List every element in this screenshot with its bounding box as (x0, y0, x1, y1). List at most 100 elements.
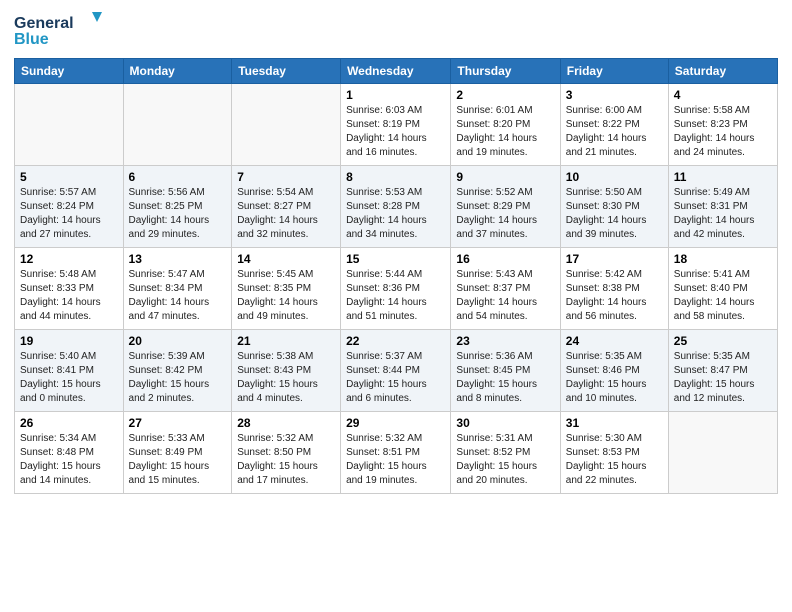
calendar-cell-17: 15Sunrise: 5:44 AMSunset: 8:36 PMDayligh… (341, 248, 451, 330)
day-info: Sunrise: 6:00 AMSunset: 8:22 PMDaylight:… (566, 104, 663, 160)
day-number: 4 (674, 88, 772, 102)
day-number: 2 (456, 88, 554, 102)
day-info: Sunrise: 5:53 AMSunset: 8:28 PMDaylight:… (346, 186, 445, 242)
day-number: 12 (20, 252, 118, 266)
calendar-cell-32: 30 Sunrise: 5:31 AMSunset: 8:52 PMDayligh… (451, 412, 560, 494)
day-info: Sunrise: 5:45 AMSunset: 8:35 PMDaylight:… (237, 268, 335, 324)
day-number: 15 (346, 252, 445, 266)
day-number: 20 (129, 334, 227, 348)
calendar-cell-23: 21Sunrise: 5:38 AMSunset: 8:43 PMDayligh… (232, 330, 341, 412)
calendar-header-row: SundayMondayTuesdayWednesdayThursdayFrid… (15, 59, 778, 84)
calendar-cell-29: 27 Sunrise: 5:33 AMSunset: 8:49 PMDayligh… (123, 412, 232, 494)
calendar-cell-20: 18 Sunrise: 5:41 AMSunset: 8:40 PMDayligh… (668, 248, 777, 330)
calendar-cell-25: 23 Sunrise: 5:36 AMSunset: 8:45 PMDayligh… (451, 330, 560, 412)
calendar-cell-13: 11 Sunrise: 5:49 AMSunset: 8:31 PMDayligh… (668, 166, 777, 248)
day-info: Sunrise: 5:57 AMSunset: 8:24 PMDaylight:… (20, 186, 118, 242)
calendar-header-tuesday: Tuesday (232, 59, 341, 84)
calendar-cell-26: 24 Sunrise: 5:35 AMSunset: 8:46 PMDayligh… (560, 330, 668, 412)
calendar-cell-21: 19 Sunrise: 5:40 AMSunset: 8:41 PMDayligh… (15, 330, 124, 412)
day-number: 14 (237, 252, 335, 266)
day-number: 10 (566, 170, 663, 184)
day-number: 17 (566, 252, 663, 266)
day-info: Sunrise: 5:42 AMSunset: 8:38 PMDaylight:… (566, 268, 663, 324)
day-number: 16 (456, 252, 554, 266)
day-info: Sunrise: 5:37 AMSunset: 8:44 PMDaylight:… (346, 350, 445, 406)
day-number: 29 (346, 416, 445, 430)
day-number: 6 (129, 170, 227, 184)
day-number: 7 (237, 170, 335, 184)
calendar-cell-18: 16 Sunrise: 5:43 AMSunset: 8:37 PMDayligh… (451, 248, 560, 330)
calendar-header-saturday: Saturday (668, 59, 777, 84)
day-number: 25 (674, 334, 772, 348)
day-info: Sunrise: 5:50 AMSunset: 8:30 PMDaylight:… (566, 186, 663, 242)
calendar-cell-12: 10 Sunrise: 5:50 AMSunset: 8:30 PMDayligh… (560, 166, 668, 248)
day-info: Sunrise: 5:52 AMSunset: 8:29 PMDaylight:… (456, 186, 554, 242)
calendar-cell-5: 3 Sunrise: 6:00 AMSunset: 8:22 PMDaylight… (560, 84, 668, 166)
day-info: Sunrise: 5:49 AMSunset: 8:31 PMDaylight:… (674, 186, 772, 242)
calendar-week-5: 26 Sunrise: 5:34 AMSunset: 8:48 PMDayligh… (15, 412, 778, 494)
day-number: 3 (566, 88, 663, 102)
day-info: Sunrise: 5:39 AMSunset: 8:42 PMDaylight:… (129, 350, 227, 406)
day-info: Sunrise: 5:43 AMSunset: 8:37 PMDaylight:… (456, 268, 554, 324)
day-number: 30 (456, 416, 554, 430)
calendar-cell-22: 20 Sunrise: 5:39 AMSunset: 8:42 PMDayligh… (123, 330, 232, 412)
day-number: 19 (20, 334, 118, 348)
day-info: Sunrise: 5:31 AMSunset: 8:52 PMDaylight:… (456, 432, 554, 488)
calendar-cell-3: 1 Sunrise: 6:03 AMSunset: 8:19 PMDaylight… (341, 84, 451, 166)
day-info: Sunrise: 5:30 AMSunset: 8:53 PMDaylight:… (566, 432, 663, 488)
day-number: 21 (237, 334, 335, 348)
day-info: Sunrise: 5:35 AMSunset: 8:46 PMDaylight:… (566, 350, 663, 406)
day-number: 23 (456, 334, 554, 348)
day-info: Sunrise: 5:54 AMSunset: 8:27 PMDaylight:… (237, 186, 335, 242)
calendar-cell-16: 14 Sunrise: 5:45 AMSunset: 8:35 PMDayligh… (232, 248, 341, 330)
day-info: Sunrise: 5:32 AMSunset: 8:51 PMDaylight:… (346, 432, 445, 488)
day-number: 31 (566, 416, 663, 430)
day-info: Sunrise: 5:36 AMSunset: 8:45 PMDaylight:… (456, 350, 554, 406)
day-info: Sunrise: 5:48 AMSunset: 8:33 PMDaylight:… (20, 268, 118, 324)
day-number: 26 (20, 416, 118, 430)
header: GeneralBlue (14, 10, 778, 50)
calendar-cell-1 (123, 84, 232, 166)
day-number: 27 (129, 416, 227, 430)
day-info: Sunrise: 5:33 AMSunset: 8:49 PMDaylight:… (129, 432, 227, 488)
day-number: 18 (674, 252, 772, 266)
calendar-cell-19: 17 Sunrise: 5:42 AMSunset: 8:38 PMDayligh… (560, 248, 668, 330)
logo-svg: GeneralBlue (14, 10, 104, 50)
calendar-cell-31: 29 Sunrise: 5:32 AMSunset: 8:51 PMDayligh… (341, 412, 451, 494)
day-info: Sunrise: 5:58 AMSunset: 8:23 PMDaylight:… (674, 104, 772, 160)
day-info: Sunrise: 5:34 AMSunset: 8:48 PMDaylight:… (20, 432, 118, 488)
calendar-week-2: 5 Sunrise: 5:57 AMSunset: 8:24 PMDaylight… (15, 166, 778, 248)
day-number: 24 (566, 334, 663, 348)
calendar-header-sunday: Sunday (15, 59, 124, 84)
calendar-header-wednesday: Wednesday (341, 59, 451, 84)
calendar-week-3: 12 Sunrise: 5:48 AMSunset: 8:33 PMDayligh… (15, 248, 778, 330)
day-info: Sunrise: 5:47 AMSunset: 8:34 PMDaylight:… (129, 268, 227, 324)
svg-text:Blue: Blue (14, 31, 49, 48)
calendar-cell-9: 7 Sunrise: 5:54 AMSunset: 8:27 PMDaylight… (232, 166, 341, 248)
day-info: Sunrise: 6:03 AMSunset: 8:19 PMDaylight:… (346, 104, 445, 160)
day-number: 11 (674, 170, 772, 184)
day-info: Sunrise: 5:40 AMSunset: 8:41 PMDaylight:… (20, 350, 118, 406)
day-info: Sunrise: 5:56 AMSunset: 8:25 PMDaylight:… (129, 186, 227, 242)
day-number: 9 (456, 170, 554, 184)
calendar-cell-30: 28Sunrise: 5:32 AMSunset: 8:50 PMDayligh… (232, 412, 341, 494)
calendar-cell-14: 12 Sunrise: 5:48 AMSunset: 8:33 PMDayligh… (15, 248, 124, 330)
day-number: 5 (20, 170, 118, 184)
calendar-table: SundayMondayTuesdayWednesdayThursdayFrid… (14, 58, 778, 494)
day-number: 22 (346, 334, 445, 348)
day-number: 1 (346, 88, 445, 102)
calendar-cell-34 (668, 412, 777, 494)
calendar-cell-6: 4 Sunrise: 5:58 AMSunset: 8:23 PMDaylight… (668, 84, 777, 166)
day-number: 8 (346, 170, 445, 184)
svg-text:General: General (14, 15, 74, 32)
calendar-cell-24: 22 Sunrise: 5:37 AMSunset: 8:44 PMDayligh… (341, 330, 451, 412)
calendar-week-4: 19 Sunrise: 5:40 AMSunset: 8:41 PMDayligh… (15, 330, 778, 412)
logo: GeneralBlue (14, 10, 104, 50)
day-info: Sunrise: 5:41 AMSunset: 8:40 PMDaylight:… (674, 268, 772, 324)
calendar-cell-15: 13Sunrise: 5:47 AMSunset: 8:34 PMDayligh… (123, 248, 232, 330)
calendar-cell-8: 6 Sunrise: 5:56 AMSunset: 8:25 PMDaylight… (123, 166, 232, 248)
day-info: Sunrise: 5:32 AMSunset: 8:50 PMDaylight:… (237, 432, 335, 488)
calendar-cell-0 (15, 84, 124, 166)
calendar-cell-4: 2Sunrise: 6:01 AMSunset: 8:20 PMDaylight… (451, 84, 560, 166)
calendar-header-monday: Monday (123, 59, 232, 84)
